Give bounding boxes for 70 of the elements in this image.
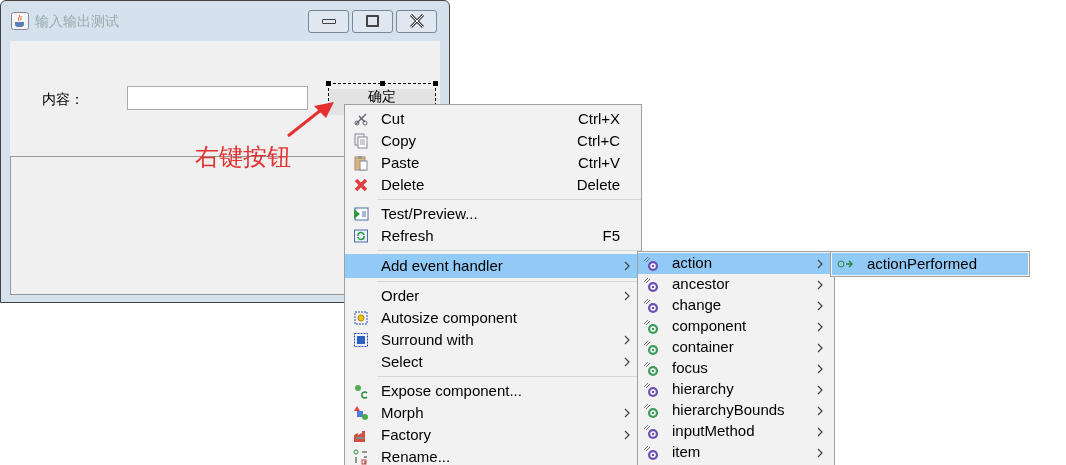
menu-item[interactable]: Copy Ctrl+C [345, 130, 641, 152]
interface-icon [643, 255, 659, 272]
chevron-right-icon [623, 357, 631, 367]
interface-icon [643, 444, 659, 461]
rename-icon [353, 449, 369, 465]
menu-item[interactable]: Test/Preview... [345, 203, 641, 225]
maximize-button[interactable] [352, 9, 393, 33]
menu-item[interactable]: item [638, 442, 834, 463]
copy-icon [353, 133, 369, 149]
shapes-icon [353, 405, 369, 421]
class-icon [643, 402, 659, 419]
menu-item[interactable]: Delete Delete [345, 174, 641, 196]
menu-item[interactable]: Select [345, 351, 641, 373]
chevron-right-icon [816, 321, 824, 332]
class-icon [643, 360, 659, 377]
content-label: 内容： [42, 90, 85, 109]
menu-item[interactable]: Paste Ctrl+V [345, 152, 641, 174]
preview-icon [353, 206, 369, 222]
surround-icon [353, 332, 369, 348]
chevron-right-icon [623, 430, 631, 440]
menu-item[interactable]: Autosize component [345, 307, 641, 329]
menu-item[interactable]: Order [345, 285, 641, 307]
close-button[interactable] [396, 9, 437, 33]
chevron-right-icon [816, 258, 824, 269]
menu-item[interactable]: ancestor [638, 274, 834, 295]
menu-item[interactable]: hierarchyBounds [638, 400, 834, 421]
input-field[interactable] [127, 86, 308, 110]
chevron-right-icon [816, 342, 824, 353]
menu-item[interactable]: change [638, 295, 834, 316]
chevron-right-icon [816, 426, 824, 437]
menu-item[interactable]: Surround with [345, 329, 641, 351]
menu-item[interactable]: container [638, 337, 834, 358]
menu-item[interactable]: inputMethod [638, 421, 834, 442]
chevron-right-icon [816, 363, 824, 374]
menu-item[interactable]: Factory [345, 424, 641, 446]
menu-item[interactable]: focus [638, 358, 834, 379]
annotation-text: 右键按钮 [195, 142, 291, 172]
menu-item[interactable]: Rename... [345, 446, 641, 465]
interface-icon [643, 423, 659, 440]
java-cup-icon [11, 12, 29, 30]
menu-item[interactable]: actionPerformed [832, 253, 1028, 275]
window-title: 输入输出测试 [35, 11, 120, 31]
autosize-icon [353, 310, 369, 326]
interface-icon [643, 297, 659, 314]
minimize-button[interactable] [308, 9, 349, 33]
menu-item[interactable]: hierarchy [638, 379, 834, 400]
chevron-right-icon [816, 384, 824, 395]
menu-item[interactable]: component [638, 316, 834, 337]
chevron-right-icon [623, 408, 631, 418]
chevron-right-icon [623, 261, 631, 271]
close-icon [408, 14, 425, 28]
interface-icon [643, 381, 659, 398]
arrow-annotation [286, 100, 336, 138]
expose-icon [353, 383, 369, 399]
cross-icon [353, 177, 369, 193]
class-icon [643, 318, 659, 335]
chevron-right-icon [623, 291, 631, 301]
menu-item[interactable]: Expose component... [345, 380, 641, 402]
class-icon [643, 339, 659, 356]
chevron-right-icon [816, 300, 824, 311]
menu-item[interactable]: Morph [345, 402, 641, 424]
chevron-right-icon [623, 335, 631, 345]
interface-icon [643, 276, 659, 293]
chevron-right-icon [816, 447, 824, 458]
refresh-icon [353, 228, 369, 244]
chevron-right-icon [816, 279, 824, 290]
scissors-icon [353, 111, 369, 127]
clipboard-icon [353, 155, 369, 171]
menu-item[interactable]: Refresh F5 [345, 225, 641, 247]
chevron-right-icon [816, 405, 824, 416]
